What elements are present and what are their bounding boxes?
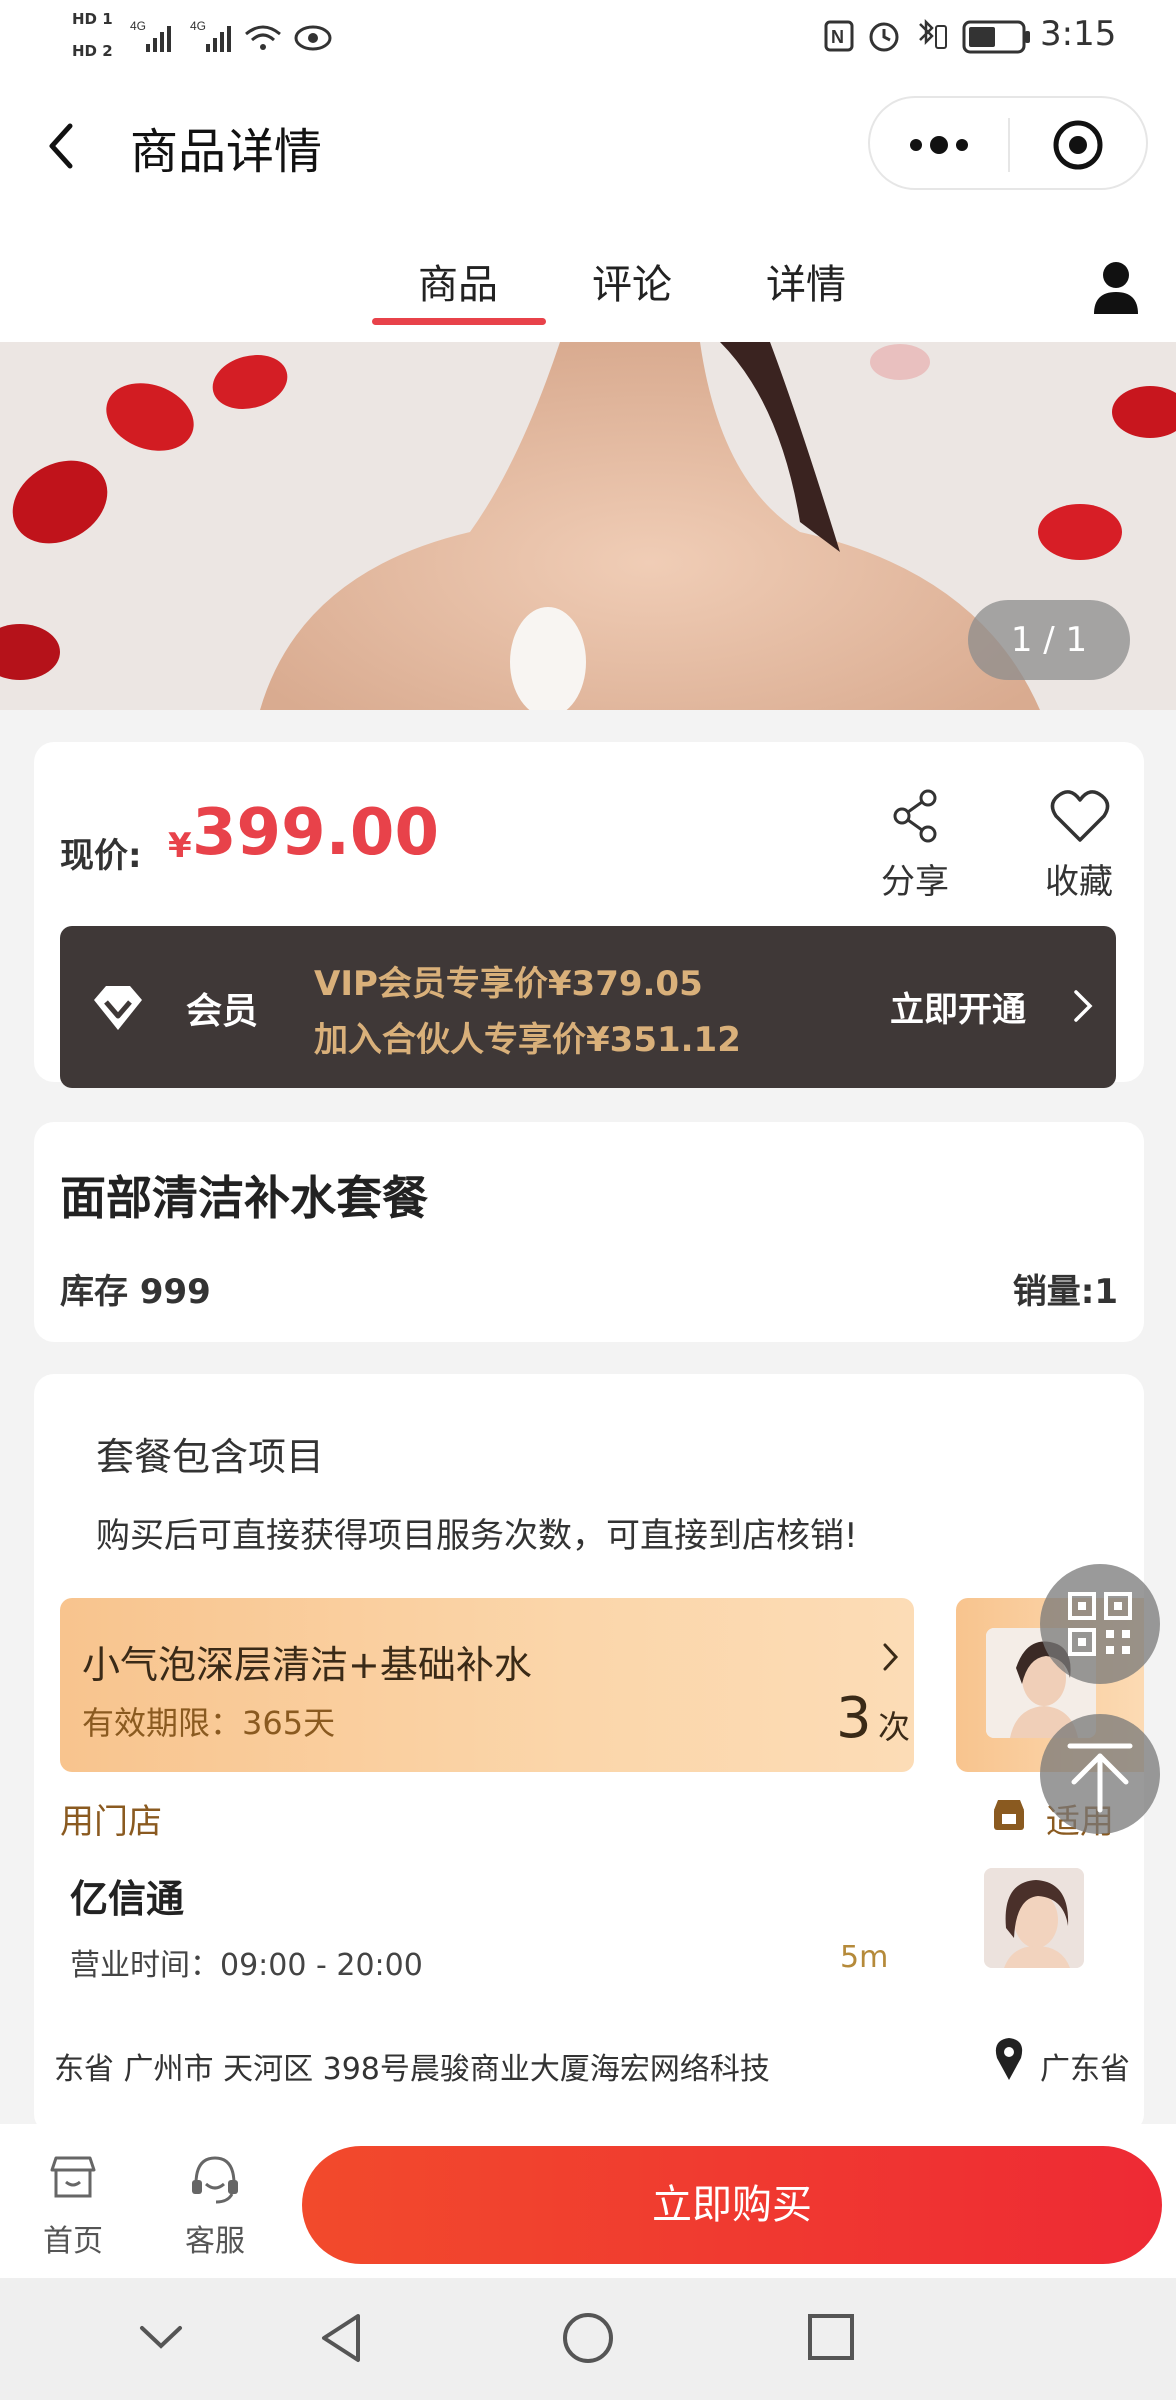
store-name: 亿信通 — [70, 1877, 185, 1921]
status-bar: HD 1 HD 2 4G 4G N 3:15 — [0, 0, 1176, 72]
tab-reviews[interactable]: 评论 — [592, 252, 672, 310]
target-close-icon — [1053, 120, 1103, 170]
home-label: 首页 — [43, 2224, 103, 2259]
store-thumbnail — [984, 1868, 1084, 1968]
nav-bar: 商品详情 — [0, 72, 1176, 222]
store-distance: 5m — [840, 1940, 889, 1975]
store-address: 东省 广州市 天河区 398号晨骏商业大厦海宏网络科技 — [54, 2052, 770, 2087]
system-status-icons: N — [824, 18, 1030, 54]
home-button[interactable]: 首页 — [28, 2154, 118, 2264]
qr-code-icon — [1068, 1592, 1132, 1656]
nav-recents-square-icon[interactable] — [806, 2312, 856, 2362]
clock: 3:15 — [1040, 14, 1117, 54]
back-button[interactable] — [40, 116, 84, 176]
hd1-indicator: HD 1 — [72, 10, 113, 28]
service-unit: 次 — [878, 1708, 911, 1746]
customer-service-button[interactable]: 客服 — [170, 2154, 260, 2264]
product-info-card: 面部清洁补水套餐 库存 999 销量:1 — [34, 1122, 1144, 1342]
system-navigation-bar — [0, 2278, 1176, 2400]
arrow-up-icon — [1067, 1743, 1133, 1813]
mini-program-capsule — [868, 96, 1148, 190]
store-address-right: 广东省 — [1040, 2052, 1130, 2087]
back-to-top-button[interactable] — [1040, 1714, 1160, 1834]
signal-wifi-icons: 4G 4G — [130, 19, 332, 52]
vip-price: VIP会员专享价¥379.05 — [314, 964, 703, 1004]
price-value: 399.00 — [192, 796, 439, 870]
customer-service-label: 客服 — [185, 2224, 245, 2259]
nav-back-triangle-icon[interactable] — [316, 2310, 366, 2366]
image-pager: 1 / 1 — [968, 600, 1130, 680]
package-title: 套餐包含项目 — [96, 1435, 325, 1479]
diamond-icon — [94, 986, 142, 1030]
back-arrow-icon — [49, 123, 73, 169]
collect-label: 收藏 — [1045, 862, 1113, 902]
user-icon[interactable] — [1090, 258, 1142, 318]
partner-price: 加入合伙人专享价¥351.12 — [314, 1020, 741, 1060]
store-section-label: 用门店 — [60, 1802, 162, 1842]
buy-now-button[interactable]: 立即购买 — [302, 2146, 1162, 2264]
headset-icon — [192, 2156, 238, 2204]
shop-icon — [994, 1800, 1024, 1830]
product-name: 面部清洁补水套餐 — [60, 1171, 428, 1225]
more-dots-icon — [910, 136, 968, 154]
share-label: 分享 — [881, 862, 949, 902]
price-label: 现价: — [60, 836, 142, 876]
more-button[interactable] — [870, 98, 1008, 192]
location-pin-icon — [995, 2038, 1023, 2080]
chevron-down-icon[interactable] — [136, 2322, 186, 2352]
stock-count: 库存 999 — [60, 1272, 211, 1312]
bottom-action-bar: 首页 客服 立即购买 — [0, 2124, 1176, 2278]
shop-home-icon — [50, 2156, 96, 2198]
vip-label: 会员 — [186, 991, 259, 1032]
package-card: 套餐包含项目 购买后可直接获得项目服务次数，可直接到店核销! 小气泡深层清洁+基… — [34, 1374, 1144, 2134]
share-icon — [893, 789, 937, 843]
price-card: 现价: ¥ 399.00 分享 收藏 会员 VIP会员专享价¥379.05 加入… — [34, 742, 1144, 1088]
service-name: 小气泡深层清洁+基础补水 — [82, 1643, 532, 1687]
service-item-card[interactable]: 小气泡深层清洁+基础补水 有效期限：365天 3 次 — [60, 1598, 914, 1772]
collect-button[interactable]: 收藏 — [1024, 788, 1134, 908]
nav-home-circle-icon[interactable] — [560, 2310, 616, 2366]
active-tab-indicator — [372, 318, 546, 325]
tab-details[interactable]: 详情 — [766, 252, 846, 310]
page-title: 商品详情 — [130, 124, 323, 180]
svg-text:N: N — [831, 27, 844, 47]
vip-open-button[interactable]: 立即开通 — [890, 982, 1026, 1031]
share-button[interactable]: 分享 — [860, 788, 970, 908]
service-count: 3 — [836, 1686, 872, 1751]
vip-banner[interactable]: 会员 VIP会员专享价¥379.05 加入合伙人专享价¥351.12 立即开通 — [60, 926, 1116, 1088]
tab-bar: 商品 评论 详情 — [0, 222, 1176, 342]
package-description: 购买后可直接获得项目服务次数，可直接到店核销! — [96, 1516, 858, 1556]
heart-icon — [1050, 790, 1110, 842]
close-button[interactable] — [1010, 98, 1148, 192]
service-validity: 有效期限：365天 — [82, 1704, 336, 1742]
tab-goods[interactable]: 商品 — [418, 252, 498, 310]
sales-count: 销量:1 — [1012, 1272, 1118, 1312]
product-image-carousel[interactable]: 1 / 1 — [0, 342, 1176, 710]
qr-code-button[interactable] — [1040, 1564, 1160, 1684]
price-currency: ¥ — [168, 826, 192, 866]
store-hours: 营业时间：09:00 - 20:00 — [70, 1948, 423, 1983]
svg-text:4G: 4G — [190, 19, 206, 33]
chevron-right-icon — [1074, 990, 1093, 1022]
hd2-indicator: HD 2 — [72, 42, 113, 60]
chevron-right-icon — [883, 1643, 899, 1671]
svg-text:4G: 4G — [130, 19, 146, 33]
